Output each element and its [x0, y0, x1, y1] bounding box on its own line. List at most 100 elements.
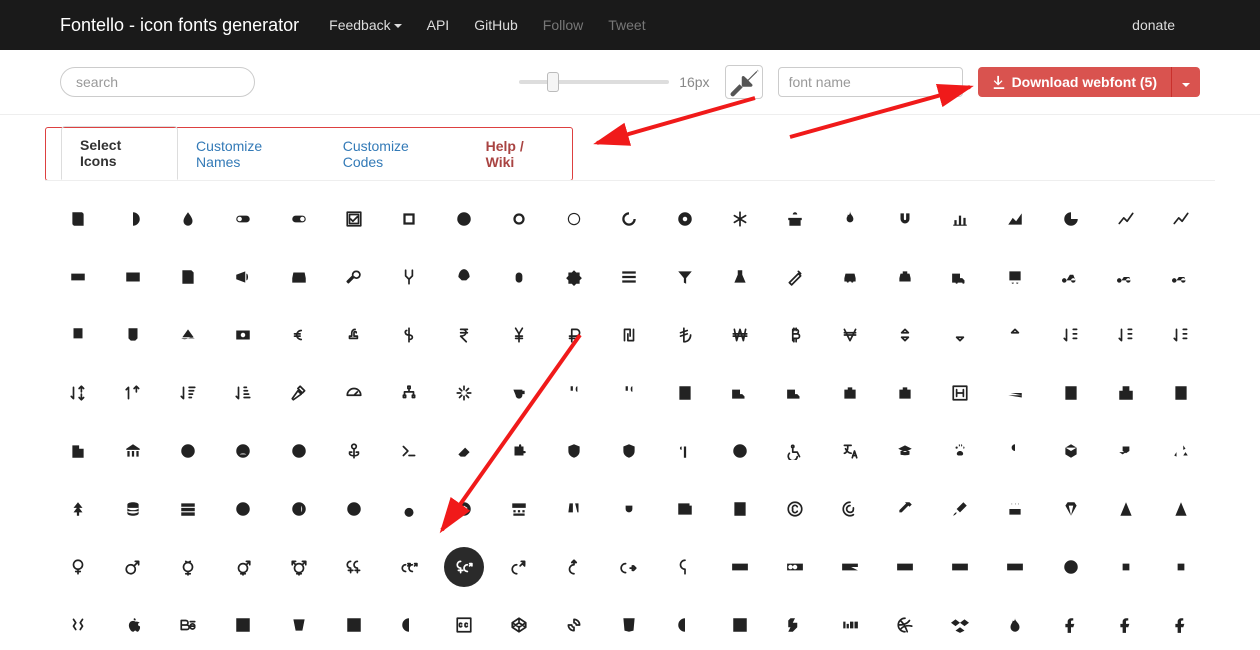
icon-cc[interactable]	[451, 612, 477, 638]
icon-yen[interactable]	[506, 322, 532, 348]
icon-copyright[interactable]	[782, 496, 808, 522]
icon-server[interactable]	[175, 496, 201, 522]
icon-pie[interactable]	[1058, 206, 1084, 232]
icon-frown[interactable]	[230, 438, 256, 464]
icon-filter[interactable]	[672, 264, 698, 290]
icon-magnet[interactable]	[892, 206, 918, 232]
icon-plug[interactable]	[616, 496, 642, 522]
icon-amex[interactable]	[892, 554, 918, 580]
icon-android[interactable]	[1168, 554, 1194, 580]
icon-medkit[interactable]	[892, 380, 918, 406]
download-button[interactable]: Download webfont (5)	[978, 67, 1171, 97]
icon-puzzle[interactable]	[506, 438, 532, 464]
icon-marsstrokev[interactable]	[561, 554, 587, 580]
icon-ship[interactable]	[175, 322, 201, 348]
icon-neuter[interactable]	[672, 554, 698, 580]
icon-rupee[interactable]	[451, 322, 477, 348]
icon-mars[interactable]	[120, 554, 146, 580]
icon-coffee[interactable]	[506, 380, 532, 406]
icon-anchor[interactable]	[341, 438, 367, 464]
icon-codeopen[interactable]	[506, 612, 532, 638]
search-input[interactable]	[60, 67, 255, 97]
icon-taxi[interactable]	[892, 264, 918, 290]
icon-bitbucketsq[interactable]	[341, 612, 367, 638]
icon-diamond[interactable]	[1058, 496, 1084, 522]
icon-try[interactable]	[672, 322, 698, 348]
icon-eyedropper[interactable]	[892, 496, 918, 522]
icon-lang[interactable]	[837, 438, 863, 464]
icon-hospital[interactable]	[1113, 380, 1139, 406]
icon-food[interactable]	[616, 380, 642, 406]
icon-bicycle[interactable]	[1058, 264, 1084, 290]
icon-bldg2[interactable]	[1168, 380, 1194, 406]
icon-venusmars[interactable]	[444, 547, 484, 587]
tab-customize-names[interactable]: Customize Names	[178, 128, 325, 180]
icon-digg[interactable]	[837, 612, 863, 638]
icon-book[interactable]	[65, 206, 91, 232]
icon-bldg[interactable]	[672, 380, 698, 406]
icon-pound[interactable]	[341, 322, 367, 348]
icon-shieldempty[interactable]	[616, 438, 642, 464]
icon-meh[interactable]	[286, 438, 312, 464]
icon-facebook[interactable]	[1113, 612, 1139, 638]
icon-ticket[interactable]	[65, 264, 91, 290]
icon-square[interactable]	[396, 206, 422, 232]
icon-buysell[interactable]	[396, 612, 422, 638]
icon-smile[interactable]	[175, 438, 201, 464]
icon-venusdbl[interactable]	[341, 554, 367, 580]
icon-drupal[interactable]	[1002, 612, 1028, 638]
icon-sortalpha[interactable]	[65, 380, 91, 406]
icon-paypal[interactable]	[947, 554, 973, 580]
icon-lifebuoy[interactable]	[230, 496, 256, 522]
icon-gradcap[interactable]	[892, 438, 918, 464]
icon-sortamt[interactable]	[175, 380, 201, 406]
icon-bank[interactable]	[120, 438, 146, 464]
icon-sortup[interactable]	[1002, 322, 1028, 348]
size-slider[interactable]: 16px	[519, 74, 709, 90]
icon-bitcoin[interactable]	[782, 322, 808, 348]
fontname-input[interactable]	[778, 67, 963, 97]
icon-behancesq[interactable]	[230, 612, 256, 638]
icon-paw[interactable]	[947, 438, 973, 464]
icon-hammer[interactable]	[286, 380, 312, 406]
icon-rocket[interactable]	[451, 264, 477, 290]
icon-magic[interactable]	[782, 264, 808, 290]
icon-spinner[interactable]	[451, 380, 477, 406]
download-caret-button[interactable]	[1171, 67, 1200, 97]
icon-behance[interactable]	[175, 612, 201, 638]
icon-gift[interactable]	[782, 206, 808, 232]
icon-lineup[interactable]	[1168, 206, 1194, 232]
icon-fork[interactable]	[396, 264, 422, 290]
icon-wheelchair[interactable]	[782, 438, 808, 464]
icon-motorcycle[interactable]	[1113, 264, 1139, 290]
icon-euro[interactable]	[286, 322, 312, 348]
tab-customize-codes[interactable]: Customize Codes	[325, 128, 468, 180]
icon-rouble[interactable]	[561, 322, 587, 348]
icon-sortnum[interactable]	[1058, 322, 1084, 348]
icon-ambulance[interactable]	[727, 380, 753, 406]
icon-database[interactable]	[120, 496, 146, 522]
icon-checksq[interactable]	[341, 206, 367, 232]
icon-bullseye[interactable]	[727, 438, 753, 464]
icon-at[interactable]	[837, 496, 863, 522]
icon-certificate[interactable]	[561, 264, 587, 290]
icon-medkit[interactable]	[837, 380, 863, 406]
tab-help-wiki[interactable]: Help / Wiki	[468, 128, 572, 180]
icon-motorcycle[interactable]	[1168, 264, 1194, 290]
icon-beaker[interactable]	[727, 264, 753, 290]
icon-birthday[interactable]	[1002, 496, 1028, 522]
icon-area[interactable]	[1002, 206, 1028, 232]
icon-brush[interactable]	[947, 496, 973, 522]
icon-dash[interactable]	[672, 612, 698, 638]
icon-css3[interactable]	[616, 612, 642, 638]
icon-peace[interactable]	[65, 612, 91, 638]
icon-cubes[interactable]	[1113, 438, 1139, 464]
icon-calc[interactable]	[727, 496, 753, 522]
icon-fire[interactable]	[837, 206, 863, 232]
icon-mastercard[interactable]	[782, 554, 808, 580]
nav-api[interactable]: API	[427, 17, 450, 33]
icon-cube[interactable]	[1058, 438, 1084, 464]
icon-facebook[interactable]	[1168, 612, 1194, 638]
icon-money[interactable]	[230, 322, 256, 348]
nav-github[interactable]: GitHub	[474, 17, 518, 33]
